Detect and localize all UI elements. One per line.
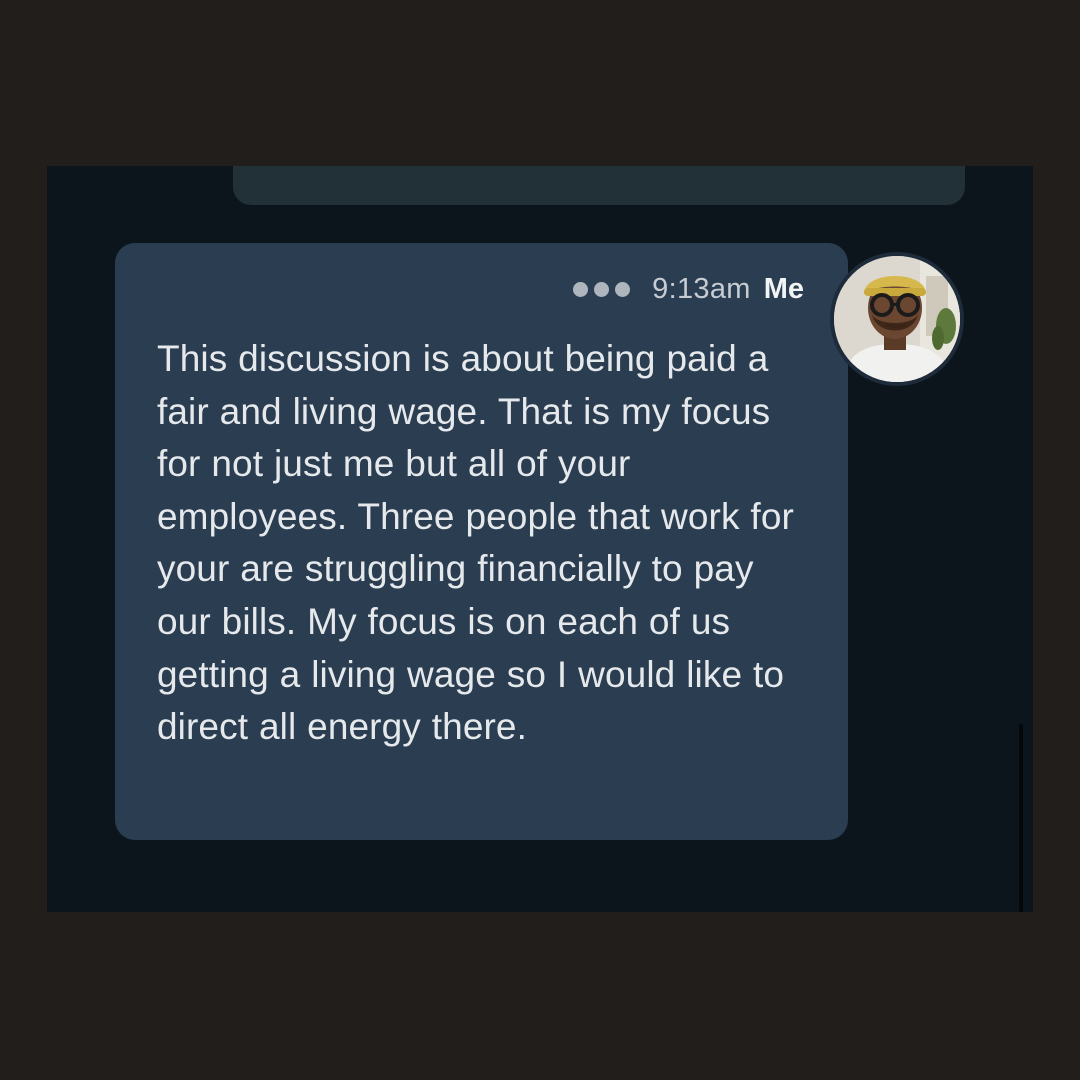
avatar-photo-icon <box>834 256 960 382</box>
chat-thread: 9:13am Me This discussion is about being… <box>47 166 1033 912</box>
message-timestamp: 9:13am <box>652 273 751 305</box>
message-header: 9:13am Me <box>573 272 804 306</box>
dot <box>573 281 589 297</box>
previous-message-bubble[interactable] <box>233 166 965 205</box>
dot <box>594 281 610 297</box>
avatar[interactable] <box>830 252 964 386</box>
more-options-icon[interactable] <box>573 281 631 297</box>
message-text: This discussion is about being paid a fa… <box>157 338 794 748</box>
scrollbar[interactable] <box>1019 724 1023 912</box>
sender-name: Me <box>763 273 804 305</box>
message-bubble[interactable]: 9:13am Me This discussion is about being… <box>115 243 848 840</box>
dot <box>615 281 631 297</box>
